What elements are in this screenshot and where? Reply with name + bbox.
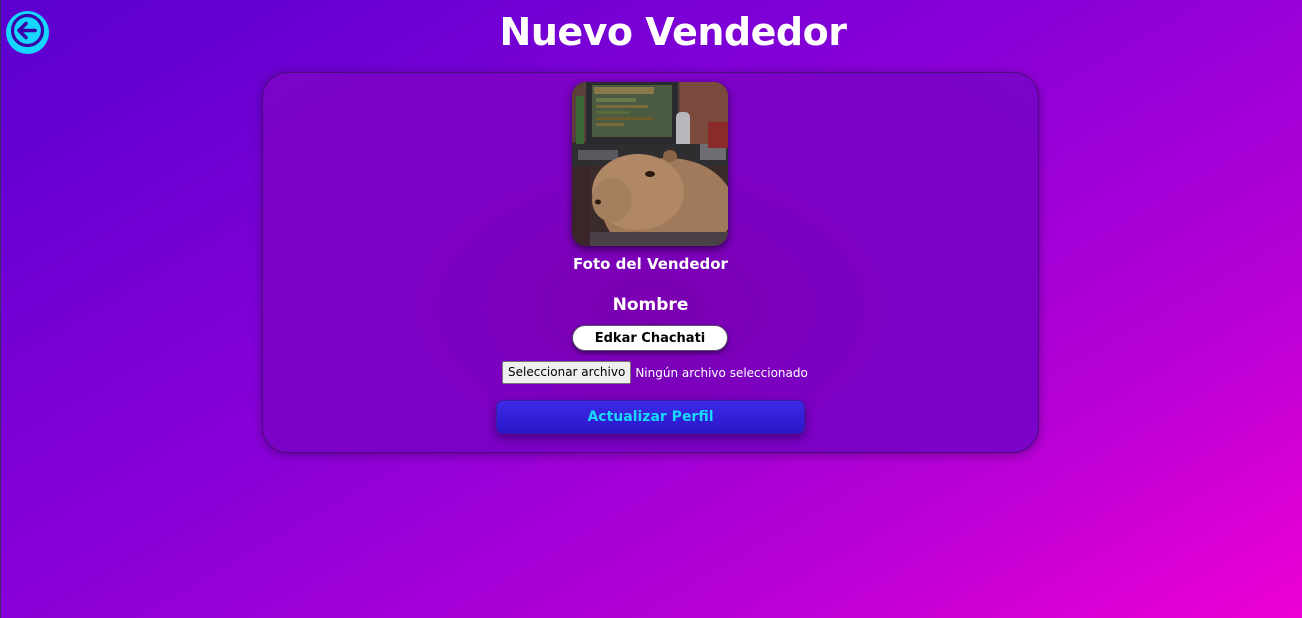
seller-form-card: Foto del Vendedor Nombre Seleccionar arc… bbox=[262, 72, 1039, 453]
photo-caption: Foto del Vendedor bbox=[573, 255, 728, 273]
window-edge bbox=[0, 0, 1, 618]
update-profile-button[interactable]: Actualizar Perfil bbox=[496, 400, 805, 434]
file-picker: Seleccionar archivo Ningún archivo selec… bbox=[502, 361, 808, 384]
seller-photo bbox=[572, 82, 728, 246]
name-input[interactable] bbox=[572, 325, 728, 351]
file-status-text: Ningún archivo seleccionado bbox=[635, 365, 808, 380]
name-label: Nombre bbox=[612, 295, 689, 315]
choose-file-button[interactable]: Seleccionar archivo bbox=[502, 361, 632, 384]
page-title: Nuevo Vendedor bbox=[499, 10, 847, 54]
